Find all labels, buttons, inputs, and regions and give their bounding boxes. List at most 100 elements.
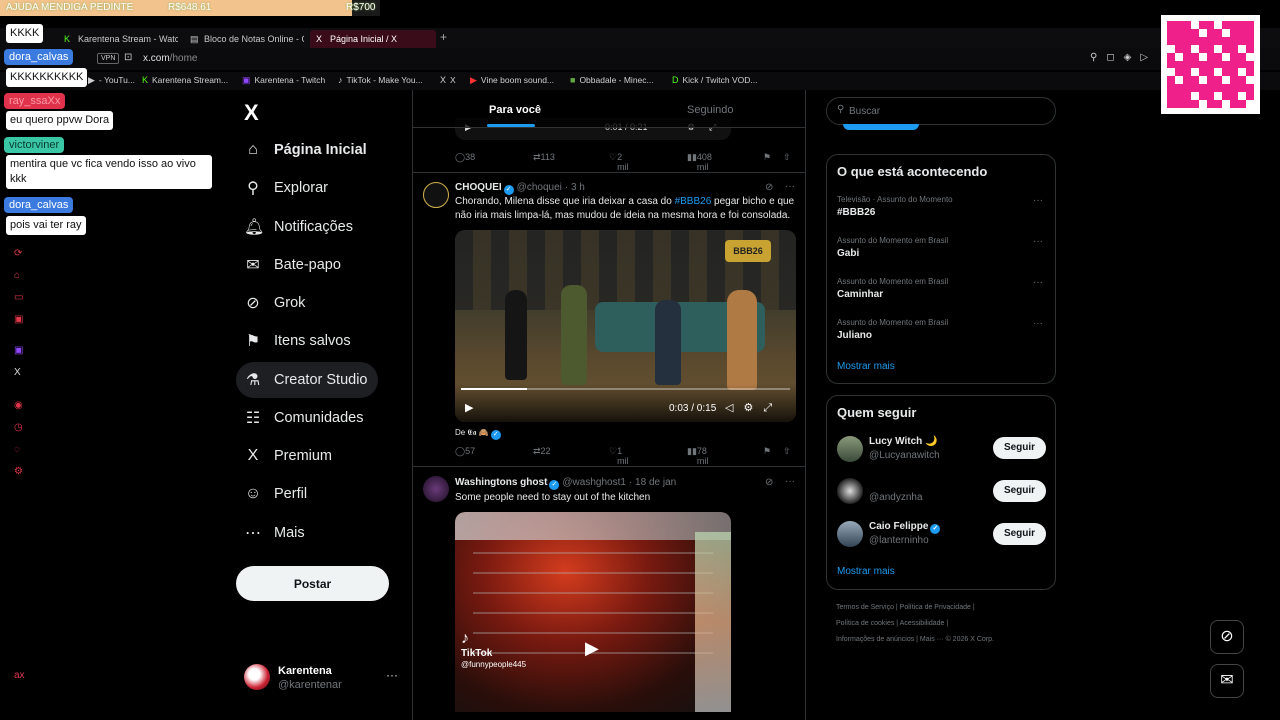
avatar-choquei[interactable] xyxy=(423,182,449,208)
trend-name[interactable]: #BBB26 xyxy=(837,207,875,218)
subscribe-button[interactable] xyxy=(843,124,919,130)
follow-avatar[interactable] xyxy=(837,478,863,504)
twitch-icon[interactable]: ▣ xyxy=(14,345,23,356)
share-icon[interactable]: ⇧ xyxy=(783,446,791,457)
x-logo-icon[interactable]: X xyxy=(244,100,259,126)
bookmark-kick-vod[interactable]: D Kick / Twitch VOD... xyxy=(672,75,757,85)
nav-bookmarks[interactable]: ⚑ Itens salvos xyxy=(236,323,361,359)
footer-links[interactable]: Termos de Serviço | Política de Privacid… xyxy=(836,604,975,611)
tweet-time[interactable]: · 18 de jan xyxy=(629,477,676,488)
tweet-time[interactable]: · 3 h xyxy=(565,182,585,193)
clock-icon[interactable]: ◷ xyxy=(14,422,23,433)
reply-button[interactable]: ◯ 57 xyxy=(455,446,475,457)
tweet-handle[interactable]: @choquei xyxy=(517,182,562,193)
play-icon[interactable]: ▶ xyxy=(465,401,473,414)
nav-premium[interactable]: X Premium xyxy=(236,438,342,474)
vpn-badge[interactable]: VPN xyxy=(97,53,120,64)
trend-more-icon[interactable]: ··· xyxy=(1033,277,1043,288)
play-icon[interactable]: ▶ xyxy=(585,638,599,659)
footer-links[interactable]: Política de cookies | Acessibilidade | xyxy=(836,620,948,627)
account-avatar[interactable] xyxy=(244,664,270,690)
tab-bloco-de-notas[interactable]: ▤ Bloco de Notas Online - C xyxy=(184,30,304,48)
repost-button[interactable]: ⇄ 113 xyxy=(533,152,555,163)
bag-icon[interactable]: ⌂ xyxy=(14,270,20,281)
nav-notifications[interactable]: 🔔︎ Notificações xyxy=(236,209,363,245)
toolbar-icons[interactable]: ⚲◻◈▷ xyxy=(1090,52,1157,63)
bookmark-icon[interactable]: ⚑ xyxy=(763,446,771,457)
volume-settings-fullscreen-icons[interactable]: ◁⚙⤢ xyxy=(725,401,782,415)
follow-show-more[interactable]: Mostrar mais xyxy=(837,566,895,577)
nav-profile[interactable]: ☺ Perfil xyxy=(236,476,317,512)
repost-button[interactable]: ⇄ 22 xyxy=(533,446,551,457)
tab-karentena-stream[interactable]: K Karentena Stream - Watch xyxy=(58,30,178,48)
chat-icon[interactable]: ◌ xyxy=(14,444,20,455)
follow-button[interactable]: Seguir xyxy=(993,523,1046,545)
bookmark-karentena-stream[interactable]: K Karentena Stream... xyxy=(142,75,228,85)
tweet-author[interactable]: CHOQUEI xyxy=(455,182,502,193)
tweet-author[interactable]: Washingtons ghost xyxy=(455,477,547,488)
trend-more-icon[interactable]: ··· xyxy=(1033,195,1043,206)
hashtag-link[interactable]: #BBB26 xyxy=(675,196,712,207)
video-progress[interactable] xyxy=(461,388,790,390)
trend-more-icon[interactable]: ··· xyxy=(1033,236,1043,247)
panel-icon[interactable]: ▣ xyxy=(14,314,23,325)
trends-show-more[interactable]: Mostrar mais xyxy=(837,361,895,372)
nav-chat[interactable]: ✉ Bate-papo xyxy=(236,247,351,283)
mail-icon[interactable]: ✉ xyxy=(1210,664,1244,698)
follow-button[interactable]: Seguir xyxy=(993,437,1046,459)
grok-icon[interactable]: ⊘ xyxy=(765,182,773,193)
follow-button[interactable]: Seguir xyxy=(993,480,1046,502)
settings-icon[interactable]: ⚙ xyxy=(14,466,23,477)
post-button[interactable]: Postar xyxy=(236,566,389,601)
tweet-video[interactable]: ♪ TikTok @funnypeople445 ▶ xyxy=(455,512,731,712)
bookmark-vine-boom[interactable]: ▶ Vine boom sound... xyxy=(470,75,554,86)
nav-communities[interactable]: ☷ Comunidades xyxy=(236,400,373,436)
grok-icon[interactable]: ⊘ xyxy=(1210,620,1244,654)
tweet-handle[interactable]: @washghost1 xyxy=(562,477,626,488)
bookmark-icon[interactable]: ⚑ xyxy=(763,152,771,163)
more-icon[interactable]: ··· xyxy=(785,476,795,487)
nav-home[interactable]: ⌂ Página Inicial xyxy=(236,132,377,168)
trend-more-icon[interactable]: ··· xyxy=(1033,318,1043,329)
nav-explore[interactable]: ⚲ Explorar xyxy=(236,170,338,206)
ax-icon[interactable]: ax xyxy=(14,670,25,681)
new-tab-button[interactable]: + xyxy=(440,30,447,44)
url-field[interactable]: x.com/home xyxy=(143,53,197,64)
grok-icon[interactable]: ⊘ xyxy=(765,477,773,488)
trend-name[interactable]: Juliano xyxy=(837,330,872,341)
follow-name[interactable]: Lucy Witch 🌙 xyxy=(869,436,937,447)
share-icon[interactable]: ⇧ xyxy=(783,152,791,163)
nav-grok[interactable]: ⊘ Grok xyxy=(236,285,315,321)
follow-avatar[interactable] xyxy=(837,521,863,547)
refresh-icon[interactable]: ⟳ xyxy=(14,248,22,259)
tab-x-home[interactable]: X Página Inicial / X xyxy=(310,30,436,48)
bookmark-youtube[interactable]: ▶ - YouTu... xyxy=(88,75,135,86)
nav-more[interactable]: ⋯ Mais xyxy=(236,515,315,551)
like-button[interactable]: ♡ 2 mil xyxy=(609,152,629,172)
x-icon[interactable]: X xyxy=(14,367,21,378)
views-button[interactable]: ▮▮ 78 mil xyxy=(687,446,708,466)
tweet-video[interactable]: BBB26 ▶ 0:03 / 0:15 ◁⚙⤢ xyxy=(455,230,796,422)
follow-name[interactable]: Caio Felippe ✓ xyxy=(869,521,941,534)
lock-icon[interactable]: ⊡ xyxy=(124,52,132,63)
follow-avatar[interactable] xyxy=(837,436,863,462)
nav-creator-studio[interactable]: ⚗ Creator Studio xyxy=(236,362,378,398)
views-button[interactable]: ▮▮ 408 mil xyxy=(687,152,712,172)
more-icon[interactable]: ··· xyxy=(785,181,795,192)
bookmark-minecraft[interactable]: ■ Obbadale - Minec... xyxy=(570,75,654,85)
tab-for-you[interactable]: Para você xyxy=(489,104,541,116)
avatar-washingtons-ghost[interactable] xyxy=(423,476,449,502)
bookmark-twitch[interactable]: ▣ Karentena - Twitch xyxy=(242,75,325,86)
monitor-icon[interactable]: ▭ xyxy=(14,292,23,303)
like-button[interactable]: ♡ 1 mil xyxy=(609,446,629,466)
trend-name[interactable]: Gabi xyxy=(837,248,859,259)
bookmark-x[interactable]: XX xyxy=(440,75,456,85)
trend-name[interactable]: Caminhar xyxy=(837,289,883,300)
bookmark-tiktok[interactable]: ♪ TikTok - Make You... xyxy=(338,75,423,85)
record-icon[interactable]: ◉ xyxy=(14,400,23,411)
search-input[interactable]: ⚲ Buscar xyxy=(826,97,1056,125)
reply-button[interactable]: ◯ 38 xyxy=(455,152,475,163)
account-name[interactable]: Karentena xyxy=(278,665,332,677)
footer-links[interactable]: Informações de anúncios | Mais ··· © 202… xyxy=(836,636,994,643)
tab-following[interactable]: Seguindo xyxy=(687,104,734,116)
